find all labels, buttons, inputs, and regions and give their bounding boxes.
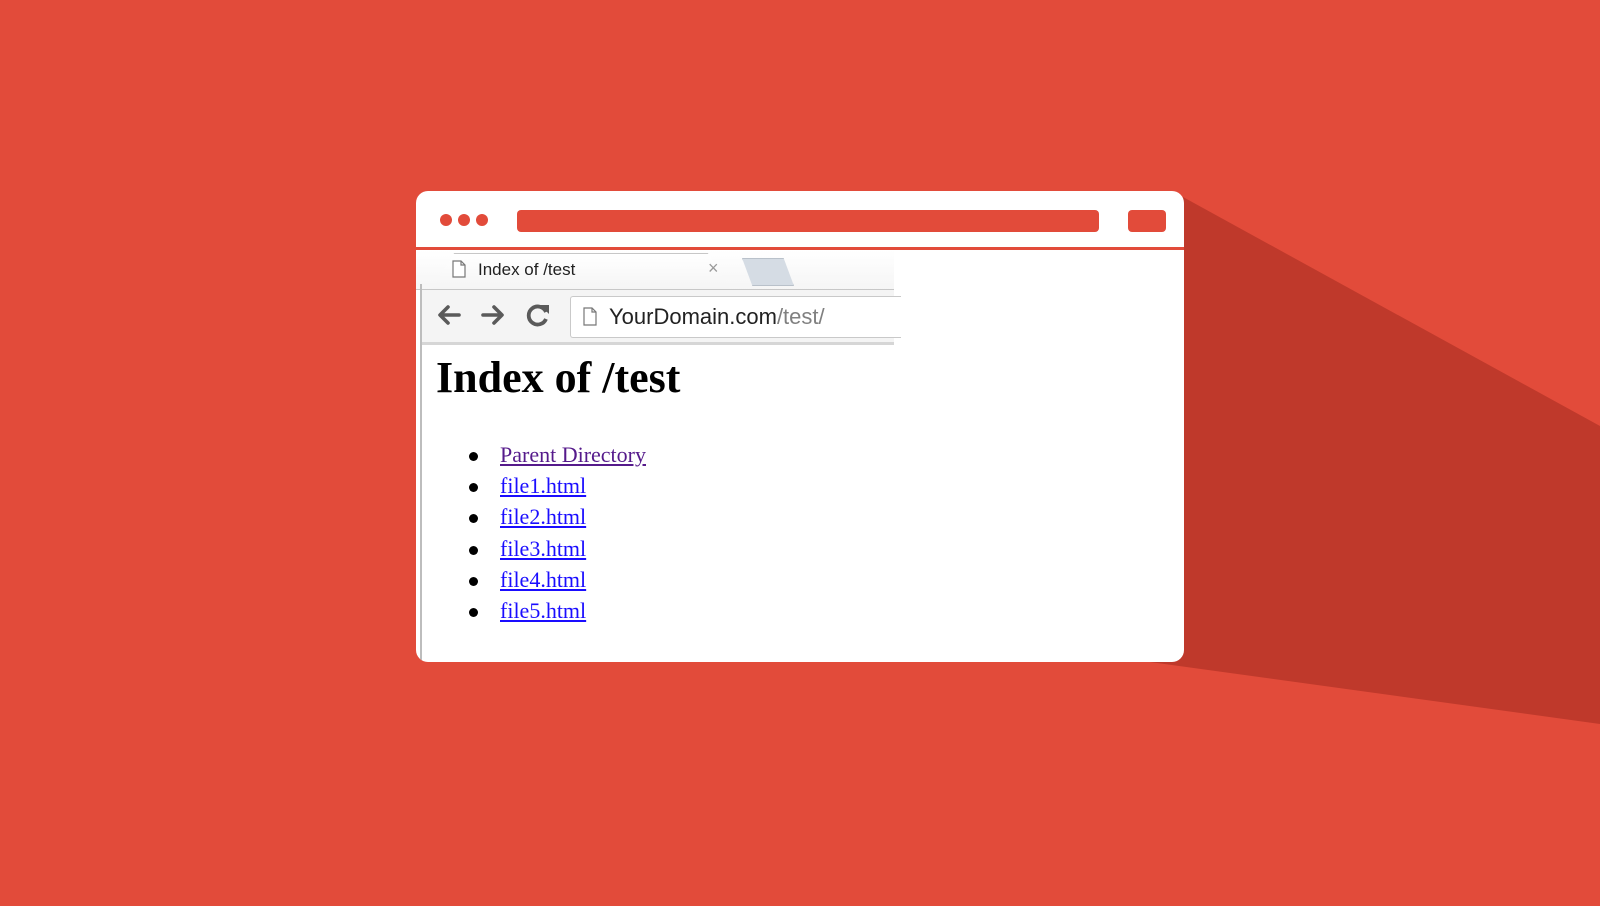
list-item: Parent Directory xyxy=(462,442,646,473)
browser-toolbar: YourDomain.com/test/ xyxy=(422,290,901,345)
address-domain: YourDomain.com xyxy=(609,304,777,329)
bullet-icon xyxy=(469,452,478,461)
back-arrow-icon[interactable] xyxy=(434,300,464,330)
close-icon[interactable]: × xyxy=(708,258,719,279)
window-dot-icon xyxy=(476,214,488,226)
shadow-shape xyxy=(1150,197,1600,724)
page-title: Index of /test xyxy=(436,353,681,402)
file-link[interactable]: file4.html xyxy=(500,567,586,592)
list-item: file2.html xyxy=(462,504,646,535)
bullet-icon xyxy=(469,483,478,493)
list-item: file5.html xyxy=(462,598,646,629)
page-icon xyxy=(583,307,597,326)
file-link[interactable]: file5.html xyxy=(500,598,586,623)
window-dot-icon xyxy=(458,214,470,226)
bullet-icon xyxy=(469,607,478,617)
address-path: /test/ xyxy=(776,304,825,329)
address-url: YourDomain.com/test/ xyxy=(609,304,825,330)
new-tab-icon[interactable] xyxy=(742,258,794,286)
list-item: file3.html xyxy=(462,536,646,567)
forward-arrow-icon[interactable] xyxy=(478,300,508,330)
parent-directory-link[interactable]: Parent Directory xyxy=(500,442,646,467)
page-content: Index of /test Parent Directory file1.ht… xyxy=(422,345,894,662)
bullet-icon xyxy=(469,514,478,524)
list-item: file1.html xyxy=(462,473,646,504)
file-link[interactable]: file2.html xyxy=(500,504,586,529)
window-dot-icon xyxy=(440,214,452,226)
bullet-icon xyxy=(469,545,478,555)
screenshot-left-edge xyxy=(420,284,422,662)
reload-icon[interactable] xyxy=(523,300,553,330)
page-icon xyxy=(452,260,466,278)
tab-strip: Index of /test × xyxy=(416,250,894,292)
tab-title: Index of /test xyxy=(478,260,576,279)
tab-index-of-test[interactable] xyxy=(430,253,732,292)
list-item: file4.html xyxy=(462,567,646,598)
bullet-icon xyxy=(469,576,478,586)
button-placeholder-shape xyxy=(1128,210,1166,232)
window-titlebar xyxy=(416,191,1184,248)
browser-screenshot: Index of /test × YourDomain.com/test/ In… xyxy=(416,250,901,662)
browser-window-illustration: Index of /test × YourDomain.com/test/ In… xyxy=(416,191,1184,662)
address-bar[interactable]: YourDomain.com/test/ xyxy=(570,296,901,338)
file-list: Parent Directory file1.html file2.html f… xyxy=(462,442,646,629)
file-link[interactable]: file3.html xyxy=(500,536,586,561)
address-bar-placeholder-shape xyxy=(517,210,1099,232)
file-link[interactable]: file1.html xyxy=(500,473,586,498)
